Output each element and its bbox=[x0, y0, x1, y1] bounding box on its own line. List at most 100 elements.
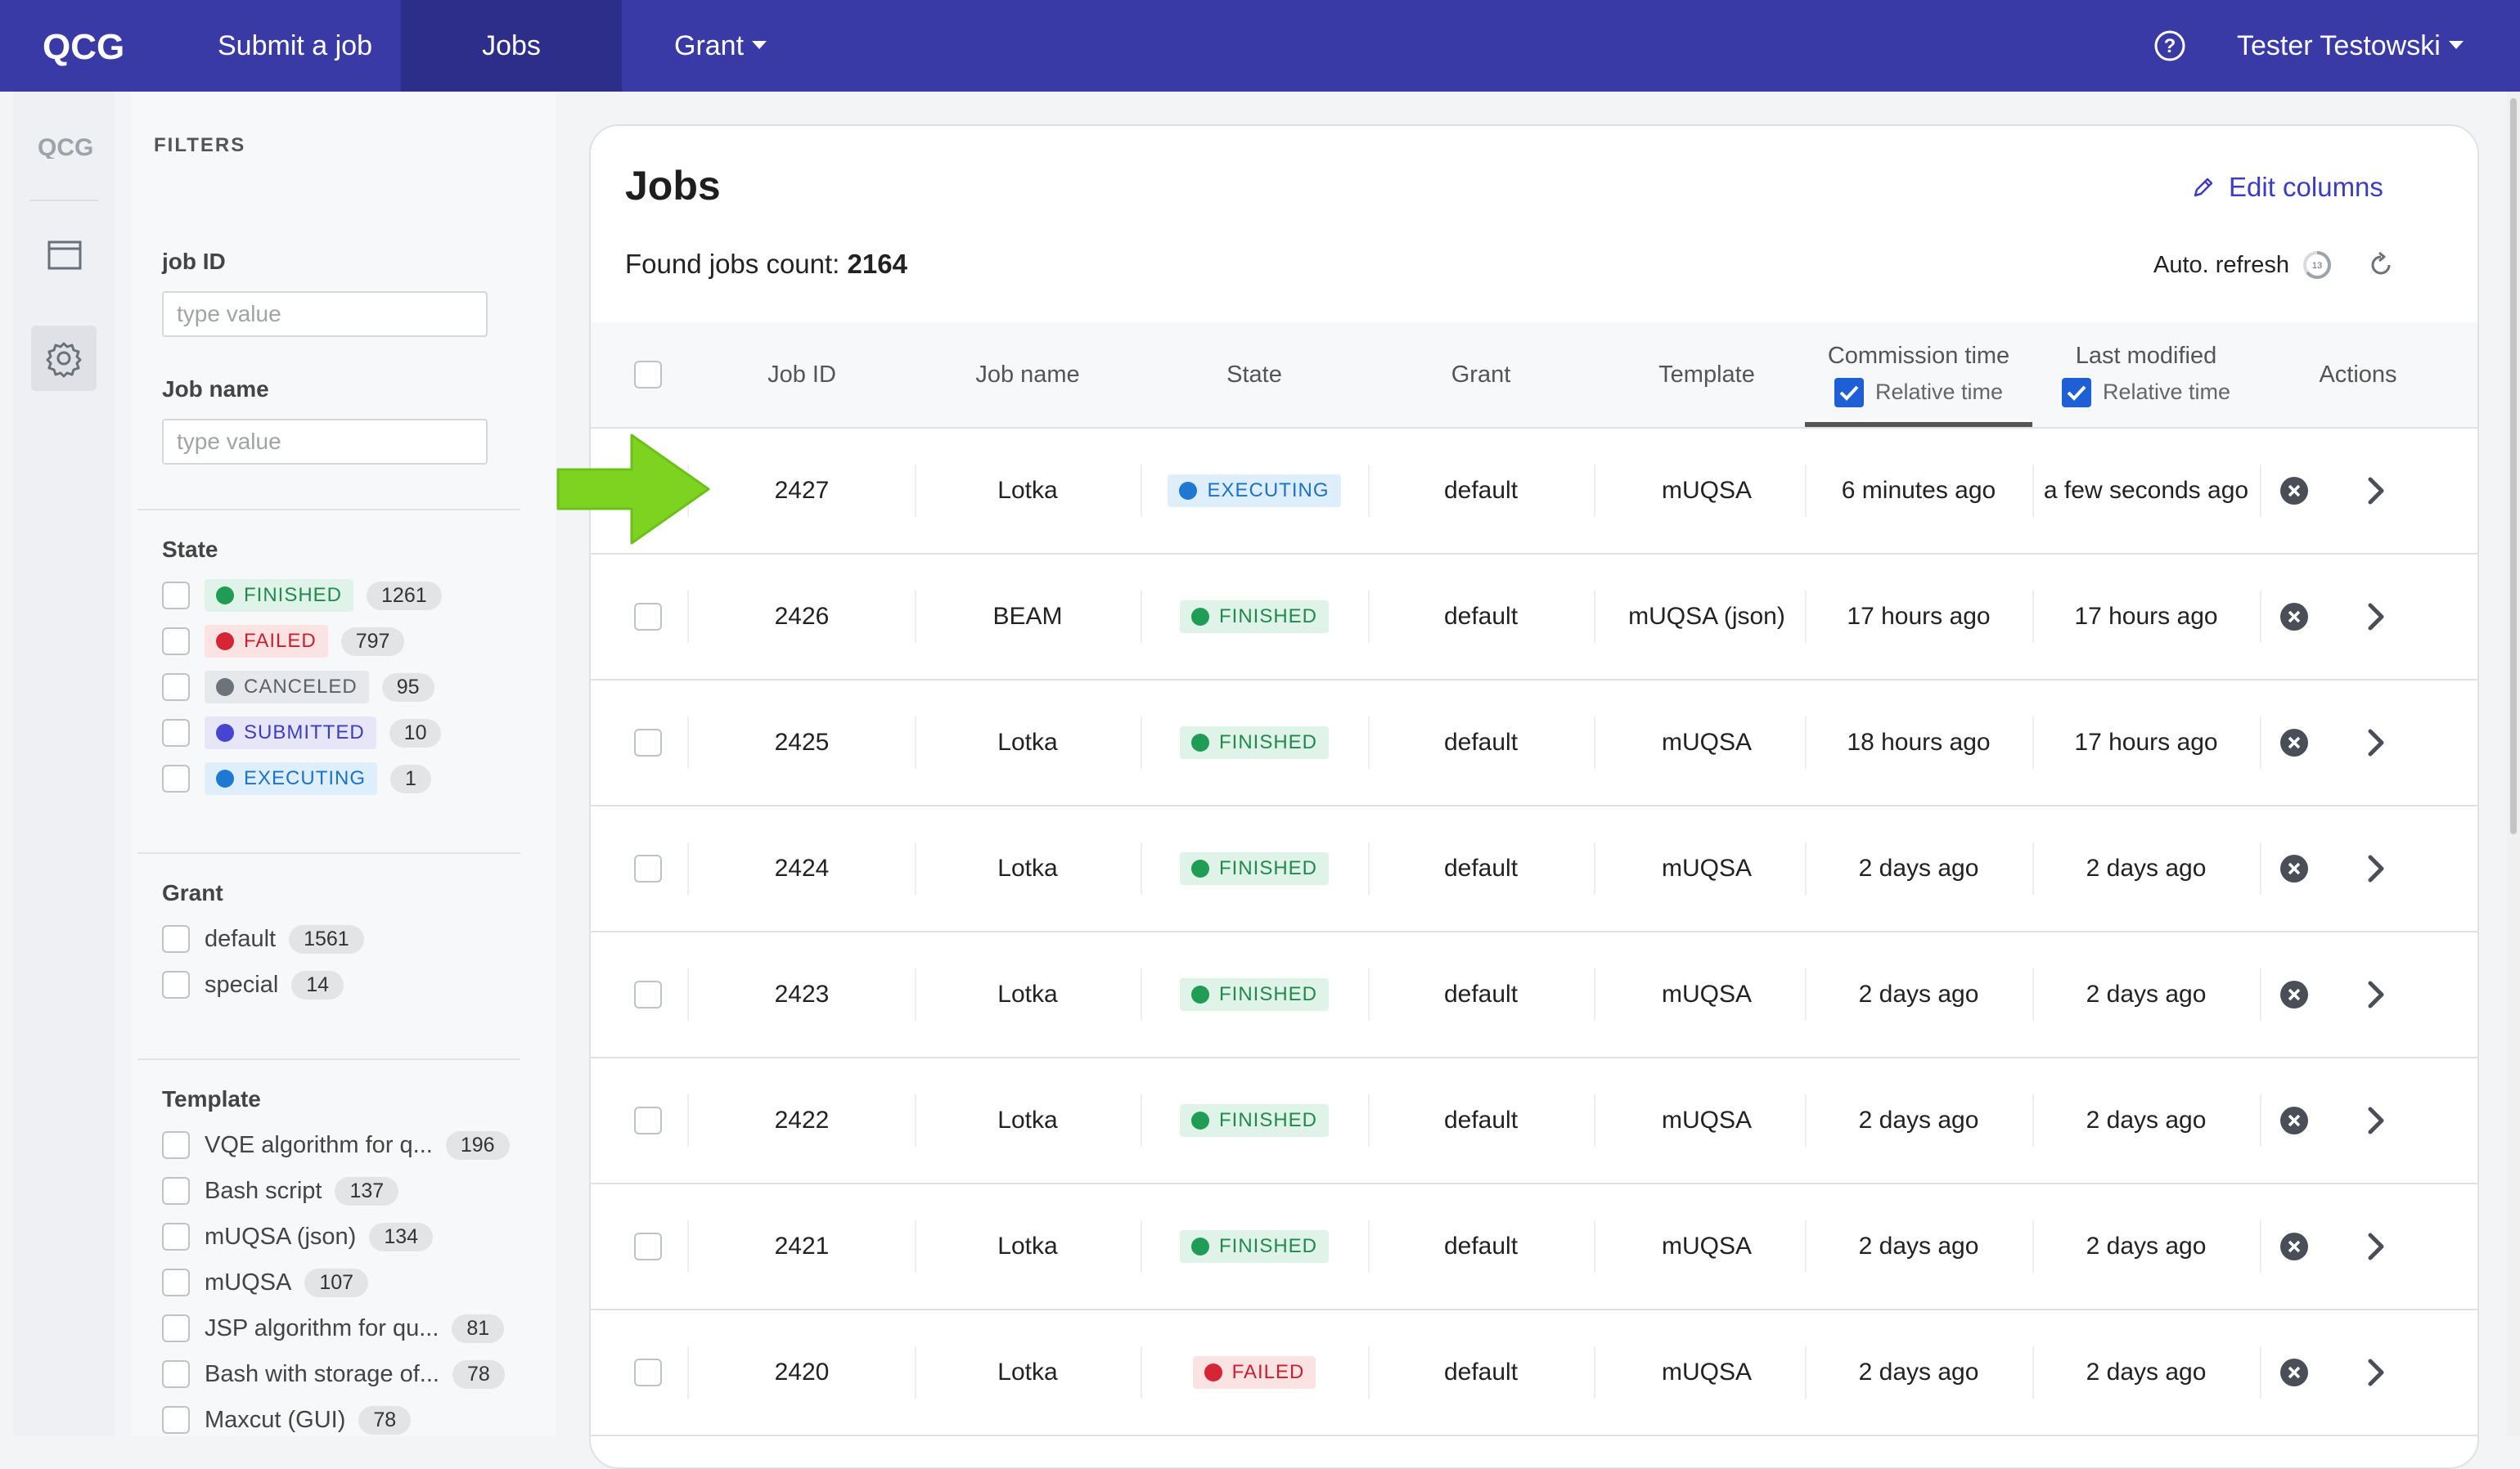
auto-refresh[interactable]: Auto. refresh 13 bbox=[2153, 249, 2396, 281]
count-badge: 134 bbox=[369, 1222, 434, 1251]
checkbox[interactable] bbox=[162, 1360, 190, 1388]
template-cell: mUQSA bbox=[1661, 1233, 1752, 1260]
template-cell: mUQSA bbox=[1661, 477, 1752, 504]
checkbox[interactable] bbox=[162, 925, 190, 953]
row-checkbox[interactable] bbox=[634, 729, 662, 757]
open-job-button[interactable] bbox=[2350, 429, 2402, 553]
qcg-logo[interactable]: QCG bbox=[43, 25, 133, 67]
table-row[interactable]: 2424 Lotka default mUQSA 2 days ago 2 days ag… bbox=[591, 806, 2477, 932]
nav-grant-dropdown[interactable]: Grant bbox=[641, 0, 799, 92]
folder-button[interactable] bbox=[31, 222, 97, 288]
grant-filter-default[interactable]: default 1561 bbox=[162, 923, 364, 955]
template-filter-item[interactable]: mUQSA (json) 134 bbox=[162, 1220, 434, 1253]
open-job-button[interactable] bbox=[2350, 555, 2402, 679]
cancel-job-button[interactable] bbox=[2268, 932, 2320, 1057]
commission-time-cell: 2 days ago bbox=[1858, 1359, 1979, 1386]
row-checkbox[interactable] bbox=[634, 603, 662, 631]
table-row[interactable]: 2423 Lotka default mUQSA 2 days ago 2 days ag… bbox=[591, 932, 2477, 1058]
row-checkbox[interactable] bbox=[634, 855, 662, 883]
spinner-icon bbox=[1179, 482, 1198, 500]
nav-submit-job[interactable]: Submit a job bbox=[185, 0, 405, 92]
open-job-button[interactable] bbox=[2350, 1310, 2402, 1435]
checkbox[interactable] bbox=[162, 1406, 190, 1434]
column-divider bbox=[2260, 1094, 2261, 1147]
cancel-job-button[interactable] bbox=[2268, 555, 2320, 679]
job-id-input[interactable] bbox=[162, 291, 488, 337]
commission-relative-toggle[interactable]: Relative time bbox=[1834, 377, 2003, 407]
col-template[interactable]: Template bbox=[1594, 322, 1820, 427]
checkbox[interactable] bbox=[162, 1131, 190, 1159]
template-filter-item[interactable]: mUQSA 107 bbox=[162, 1266, 369, 1299]
state-filter-failed[interactable]: FAILED 797 bbox=[162, 625, 405, 658]
col-state[interactable]: State bbox=[1141, 322, 1368, 427]
row-checkbox[interactable] bbox=[634, 1359, 662, 1386]
modified-relative-toggle[interactable]: Relative time bbox=[2061, 377, 2230, 407]
open-job-button[interactable] bbox=[2350, 681, 2402, 805]
scrollbar-thumb[interactable] bbox=[2510, 98, 2517, 834]
table-row[interactable]: 2426 BEAM default mUQSA (json) 17 hours ago 1… bbox=[591, 555, 2477, 681]
col-job-name[interactable]: Job name bbox=[915, 322, 1141, 427]
job-name-cell: Lotka bbox=[997, 1359, 1058, 1386]
col-job-id[interactable]: Job ID bbox=[689, 322, 915, 427]
table-row[interactable]: 2427 Lotka default mUQSA 6 minutes ago a few … bbox=[591, 429, 2477, 555]
template-filter-item[interactable]: Bash with storage of... 78 bbox=[162, 1358, 505, 1390]
nav-jobs[interactable]: Jobs bbox=[401, 0, 622, 92]
row-checkbox[interactable] bbox=[634, 1233, 662, 1260]
table-row[interactable]: 2425 Lotka default mUQSA 18 hours ago 17 hour… bbox=[591, 681, 2477, 806]
cancel-job-button[interactable] bbox=[2268, 1184, 2320, 1309]
edit-columns-button[interactable]: Edit columns bbox=[2191, 172, 2383, 203]
state-filter-finished[interactable]: FINISHED 1261 bbox=[162, 579, 442, 612]
checkbox[interactable] bbox=[162, 765, 190, 793]
cancel-job-button[interactable] bbox=[2268, 429, 2320, 553]
row-checkbox[interactable] bbox=[634, 981, 662, 1009]
checkbox[interactable] bbox=[162, 719, 190, 747]
template-filter-item[interactable]: Bash script 137 bbox=[162, 1175, 399, 1207]
col-commission-time[interactable]: Commission time Relative time bbox=[1805, 322, 2032, 427]
cancel-job-button[interactable] bbox=[2268, 681, 2320, 805]
user-name: Tester Testowski bbox=[2237, 30, 2441, 61]
checkbox[interactable] bbox=[162, 1223, 190, 1251]
template-filter-item[interactable]: JSP algorithm for qu... 81 bbox=[162, 1312, 505, 1345]
state-filter-submitted[interactable]: SUBMITTED 10 bbox=[162, 717, 442, 749]
count-badge: 137 bbox=[335, 1176, 399, 1206]
column-divider bbox=[2260, 465, 2261, 517]
status-label: FINISHED bbox=[1218, 605, 1317, 627]
qcg-rail-logo[interactable]: QCG bbox=[38, 134, 98, 159]
checkbox[interactable] bbox=[162, 1177, 190, 1205]
refresh-icon[interactable] bbox=[2366, 250, 2396, 280]
open-job-button[interactable] bbox=[2350, 806, 2402, 931]
grant-cell: default bbox=[1443, 1233, 1519, 1260]
col-last-modified[interactable]: Last modified Relative time bbox=[2032, 322, 2260, 427]
col-grant[interactable]: Grant bbox=[1368, 322, 1594, 427]
open-job-button[interactable] bbox=[2350, 1184, 2402, 1309]
table-row[interactable]: 2421 Lotka default mUQSA 2 days ago 2 days ag… bbox=[591, 1184, 2477, 1310]
job-name-cell: Lotka bbox=[997, 1107, 1058, 1134]
select-all-checkbox[interactable] bbox=[634, 361, 662, 389]
cancel-job-button[interactable] bbox=[2268, 1310, 2320, 1435]
checkbox[interactable] bbox=[162, 627, 190, 655]
open-job-button[interactable] bbox=[2350, 1058, 2402, 1183]
grant-filter-special[interactable]: special 14 bbox=[162, 968, 344, 1001]
job-name-input[interactable] bbox=[162, 419, 488, 465]
help-icon[interactable]: ? bbox=[2153, 29, 2186, 62]
checkbox[interactable] bbox=[162, 1269, 190, 1296]
settings-button[interactable] bbox=[31, 326, 97, 391]
table-row[interactable]: 2420 Lotka default mUQSA 2 days ago 2 days ag… bbox=[591, 1310, 2477, 1436]
row-checkbox[interactable] bbox=[634, 1107, 662, 1134]
cancel-job-button[interactable] bbox=[2268, 806, 2320, 931]
cancel-job-button[interactable] bbox=[2268, 1058, 2320, 1183]
checkbox[interactable] bbox=[162, 1314, 190, 1342]
table-row[interactable]: 2422 Lotka default mUQSA 2 days ago 2 days ag… bbox=[591, 1058, 2477, 1184]
spinner-icon bbox=[216, 770, 234, 788]
template-filter-item[interactable]: VQE algorithm for q... 196 bbox=[162, 1129, 510, 1161]
checkbox[interactable] bbox=[162, 971, 190, 999]
job-id-cell: 2421 bbox=[774, 1233, 830, 1260]
status-label: FAILED bbox=[1231, 1361, 1305, 1383]
checkbox[interactable] bbox=[162, 582, 190, 609]
user-menu[interactable]: Tester Testowski bbox=[2204, 0, 2496, 92]
template-filter-item[interactable]: Maxcut (GUI) 78 bbox=[162, 1404, 412, 1436]
state-filter-executing[interactable]: EXECUTING 1 bbox=[162, 762, 431, 795]
open-job-button[interactable] bbox=[2350, 932, 2402, 1057]
state-filter-canceled[interactable]: CANCELED 95 bbox=[162, 671, 434, 703]
checkbox[interactable] bbox=[162, 673, 190, 701]
